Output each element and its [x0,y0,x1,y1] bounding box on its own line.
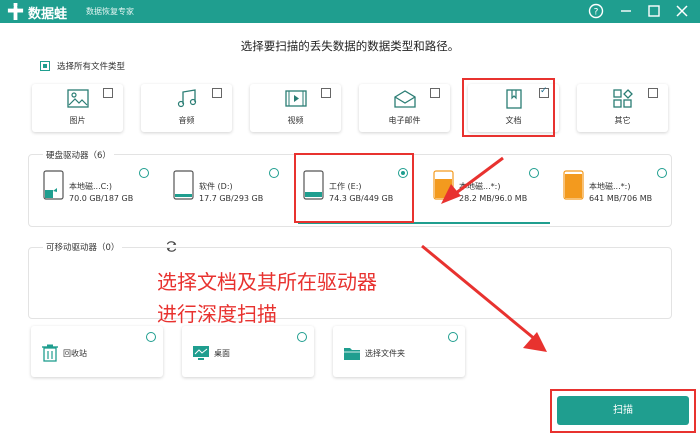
filetype-label: 音频 [178,116,195,125]
drive-size: 641 MB/706 MB [589,194,653,203]
drive-name: 本地磁...C:) [69,182,113,191]
title-bar: 数据蛙 数据恢复专家 ? [0,0,700,23]
email-icon [393,90,416,108]
drive-item[interactable]: 本地磁...*:) 28.2 MB/96.0 MB [433,166,543,216]
filetype-checkbox[interactable] [212,88,222,98]
hard-drive-title: 硬盘驱动器（6） [43,149,114,161]
location-radio[interactable] [146,332,156,342]
select-all-label: 选择所有文件类型 [57,62,126,72]
filetype-label: 其它 [614,116,631,125]
desktop-icon [193,346,209,360]
app-slogan: 数据恢复专家 [86,7,134,16]
other-icon [612,89,633,108]
location-name: 回收站 [63,349,87,358]
annotation-line-1: 选择文档及其所在驱动器 [157,270,377,294]
location-desktop[interactable]: 桌面 [182,326,314,377]
help-icon[interactable]: ? [588,3,604,19]
location-recycle-bin[interactable]: 回收站 [31,326,163,377]
drive-name: 软件 (D:) [199,182,233,191]
drive-icon [43,170,64,200]
select-all-checkbox[interactable]: 选择所有文件类型 [40,60,125,72]
highlight-selected-drive [294,153,414,223]
filetype-checkbox[interactable] [648,88,658,98]
drive-icon [563,170,584,200]
maximize-icon[interactable] [646,3,662,19]
filetype-card-image[interactable]: 图片 [32,84,123,132]
svg-text:?: ? [594,8,599,18]
filetype-card-audio[interactable]: 音频 [141,84,232,132]
drive-name: 本地磁...*:) [589,182,631,191]
location-name: 桌面 [214,349,230,358]
recycle-bin-icon [42,344,58,362]
video-icon [284,90,307,107]
annotation-line-2: 进行深度扫描 [157,302,277,326]
filetype-label: 电子邮件 [388,116,421,125]
refresh-icon[interactable] [165,240,178,253]
drive-name: 本地磁...*:) [459,182,501,191]
filetype-card-email[interactable]: 电子邮件 [359,84,450,132]
checkbox-icon [40,61,50,71]
filetype-checkbox[interactable] [103,88,113,98]
drive-icon [433,170,454,200]
drive-size: 28.2 MB/96.0 MB [459,194,528,203]
drive-item[interactable]: 软件 (D:) 17.7 GB/293 GB [173,166,283,216]
drive-size: 70.0 GB/187 GB [69,194,134,203]
filetype-label: 视频 [287,116,304,125]
drive-radio[interactable] [657,168,667,178]
music-icon [177,89,196,108]
location-folder[interactable]: 选择文件夹 [333,326,465,377]
filetype-card-video[interactable]: 视频 [250,84,341,132]
drive-radio[interactable] [269,168,279,178]
filetype-card-other[interactable]: 其它 [577,84,668,132]
location-radio[interactable] [297,332,307,342]
drive-radio[interactable] [529,168,539,178]
image-icon [66,89,89,108]
filetype-checkbox[interactable] [430,88,440,98]
arrow-head-scan [523,332,547,352]
drive-icon [173,170,194,200]
app-brand: 数据蛙 [28,7,68,22]
filetype-label: 图片 [69,116,86,125]
highlight-document-card [462,78,555,137]
logo-icon [7,2,24,21]
drive-radio[interactable] [139,168,149,178]
location-radio[interactable] [448,332,458,342]
location-name: 选择文件夹 [365,349,405,358]
drive-item[interactable]: 本地磁...C:) 70.0 GB/187 GB [43,166,153,216]
removable-drive-title: 可移动驱动器（0） [43,241,123,253]
page-headline: 选择要扫描的丢失数据的数据类型和路径。 [240,39,460,53]
folder-icon [344,348,360,360]
minimize-icon[interactable] [618,3,634,19]
drive-size: 17.7 GB/293 GB [199,194,264,203]
highlight-scan-button [550,389,696,433]
filetype-checkbox[interactable] [321,88,331,98]
close-icon[interactable] [674,3,690,19]
